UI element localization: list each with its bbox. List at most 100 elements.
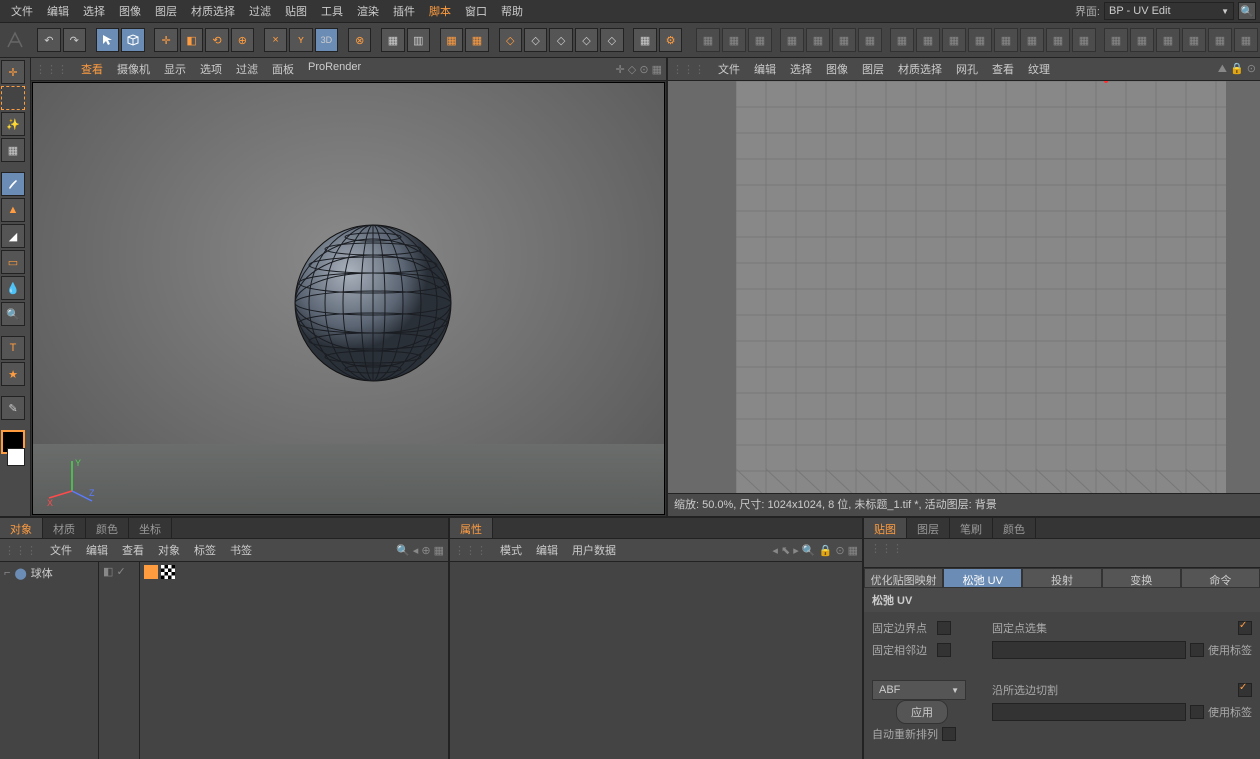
menu-文件[interactable]: 文件	[4, 0, 40, 23]
swatch-bg-icon[interactable]	[7, 448, 25, 466]
menu-编辑[interactable]: 编辑	[747, 57, 783, 81]
menu-贴图[interactable]: 贴图	[278, 0, 314, 23]
menu-面板[interactable]: 面板	[265, 57, 301, 81]
cutsel-field[interactable]	[992, 703, 1186, 721]
uvmode-0[interactable]: 优化贴图映射	[864, 568, 943, 588]
menu-插件[interactable]: 插件	[386, 0, 422, 23]
render-icon[interactable]: ▦	[440, 28, 463, 52]
menu-ProRender[interactable]: ProRender	[301, 57, 368, 81]
menu-编辑[interactable]: 编辑	[79, 538, 115, 562]
menu-查看[interactable]: 查看	[74, 57, 110, 81]
uvtool-4-icon[interactable]: ▦	[780, 28, 804, 52]
uvtool-6-icon[interactable]: ▦	[832, 28, 856, 52]
method-dropdown[interactable]: ABF▼	[872, 680, 966, 700]
cube-tool-icon[interactable]	[121, 28, 144, 52]
uvmode-2[interactable]: 投射	[1022, 568, 1101, 588]
render-pv-icon[interactable]: ▦	[465, 28, 488, 52]
uvtool-11-icon[interactable]: ▦	[968, 28, 992, 52]
uvtool-5-icon[interactable]: ▦	[806, 28, 830, 52]
fix-point-check[interactable]	[1238, 621, 1252, 635]
uvtool-9-icon[interactable]: ▦	[916, 28, 940, 52]
prim-obj4-icon[interactable]: ◇	[600, 28, 623, 52]
pointsel-field[interactable]	[992, 641, 1186, 659]
tab-对象[interactable]: 对象	[0, 518, 43, 538]
prim-obj2-icon[interactable]: ◇	[549, 28, 572, 52]
redo-icon[interactable]: ↷	[63, 28, 86, 52]
menu-帮助[interactable]: 帮助	[494, 0, 530, 23]
coord-3d-icon[interactable]: 3D	[315, 28, 338, 52]
uvtool-8-icon[interactable]: ▦	[890, 28, 914, 52]
tab-材质[interactable]: 材质	[43, 518, 86, 538]
apply-button[interactable]: 应用	[896, 700, 948, 724]
obj-search-icon[interactable]: 🔍 ◂ ⊕ ▦	[396, 544, 444, 557]
uvtool-14-icon[interactable]: ▦	[1046, 28, 1070, 52]
menu-脚本[interactable]: 脚本	[422, 0, 458, 23]
uvtool-13-icon[interactable]: ▦	[1020, 28, 1044, 52]
search-icon[interactable]: 🔍	[1238, 2, 1256, 20]
snap-icon[interactable]: ⊕	[231, 28, 254, 52]
text-icon[interactable]: T	[1, 336, 25, 360]
menu-选择[interactable]: 选择	[76, 0, 112, 23]
viewport-uv[interactable]	[668, 81, 1260, 493]
menu-选择[interactable]: 选择	[783, 57, 819, 81]
uvtool-1-icon[interactable]: ▦	[696, 28, 720, 52]
menu-纹理[interactable]: 纹理	[1021, 57, 1057, 81]
menu-显示[interactable]: 显示	[157, 57, 193, 81]
object-item[interactable]: ⌐ ⬤ 球体	[0, 562, 98, 584]
stamp-icon[interactable]: ▲	[1, 198, 25, 222]
menu-材质选择[interactable]: 材质选择	[891, 57, 949, 81]
tag-mat-icon[interactable]	[161, 565, 175, 579]
marquee-icon[interactable]	[1, 86, 25, 110]
menu-过滤[interactable]: 过滤	[229, 57, 265, 81]
auto-realign-check[interactable]	[942, 727, 956, 741]
star-icon[interactable]: ★	[1, 362, 25, 386]
uvtool-12-icon[interactable]: ▦	[994, 28, 1018, 52]
uv-nav-icon[interactable]: ⛰ 🔒 ⊙	[1218, 62, 1256, 76]
undo-icon[interactable]: ↶	[37, 28, 60, 52]
zoom-icon[interactable]: 🔍	[1, 302, 25, 326]
uvtool-18-icon[interactable]: ▦	[1156, 28, 1180, 52]
lock-x-icon[interactable]: ×	[264, 28, 287, 52]
rect-icon[interactable]: ▭	[1, 250, 25, 274]
tag-uv-icon[interactable]	[144, 565, 158, 579]
use-tag-check2[interactable]	[1190, 705, 1204, 719]
prim-obj3-icon[interactable]: ◇	[575, 28, 598, 52]
grip-icon[interactable]: ⋮⋮⋮	[672, 63, 705, 76]
visibility-icon[interactable]: ◧ ✓	[103, 566, 126, 578]
prim-cube-icon[interactable]: ◇	[499, 28, 522, 52]
menu-图像[interactable]: 图像	[819, 57, 855, 81]
menu-窗口[interactable]: 窗口	[458, 0, 494, 23]
uvtool-10-icon[interactable]: ▦	[942, 28, 966, 52]
menu-模式[interactable]: 模式	[493, 538, 529, 562]
menu-编辑[interactable]: 编辑	[40, 0, 76, 23]
menu-用户数据[interactable]: 用户数据	[565, 538, 623, 562]
uvmode-1[interactable]: 松弛 UV	[943, 568, 1022, 588]
uvtool-16-icon[interactable]: ▦	[1104, 28, 1128, 52]
tab-颜色[interactable]: 颜色	[86, 518, 129, 538]
menu-工具[interactable]: 工具	[314, 0, 350, 23]
menu-查看[interactable]: 查看	[985, 57, 1021, 81]
menu-图像[interactable]: 图像	[112, 0, 148, 23]
viewport-3d[interactable]: Y X Z	[32, 82, 665, 515]
grip-icon[interactable]: ⋮⋮⋮	[35, 63, 68, 76]
uvtool-15-icon[interactable]: ▦	[1072, 28, 1096, 52]
brush-icon[interactable]	[1, 172, 25, 196]
prim-obj1-icon[interactable]: ◇	[524, 28, 547, 52]
uvtool-17-icon[interactable]: ▦	[1130, 28, 1154, 52]
grip-icon[interactable]: ⋮⋮⋮	[870, 543, 903, 555]
menu-文件[interactable]: 文件	[711, 57, 747, 81]
grip-icon[interactable]: ⋮⋮⋮	[4, 544, 37, 557]
move-icon[interactable]: ✛	[154, 28, 177, 52]
uvtool-19-icon[interactable]: ▦	[1182, 28, 1206, 52]
eyedropper-icon[interactable]: ✎	[1, 396, 25, 420]
grip-icon[interactable]: ⋮⋮⋮	[454, 544, 487, 557]
layout-dropdown[interactable]: BP - UV Edit ▼	[1104, 2, 1234, 20]
rotate-icon[interactable]: ⟲	[205, 28, 228, 52]
cut-sel-check[interactable]	[1238, 683, 1252, 697]
render-frame-icon[interactable]: ▦	[381, 28, 404, 52]
render-region-icon[interactable]: ▥	[407, 28, 430, 52]
uvmode-3[interactable]: 变换	[1102, 568, 1181, 588]
world-icon[interactable]: ⊗	[348, 28, 371, 52]
uvtool-21-icon[interactable]: ▦	[1234, 28, 1258, 52]
uvtool-3-icon[interactable]: ▦	[748, 28, 772, 52]
